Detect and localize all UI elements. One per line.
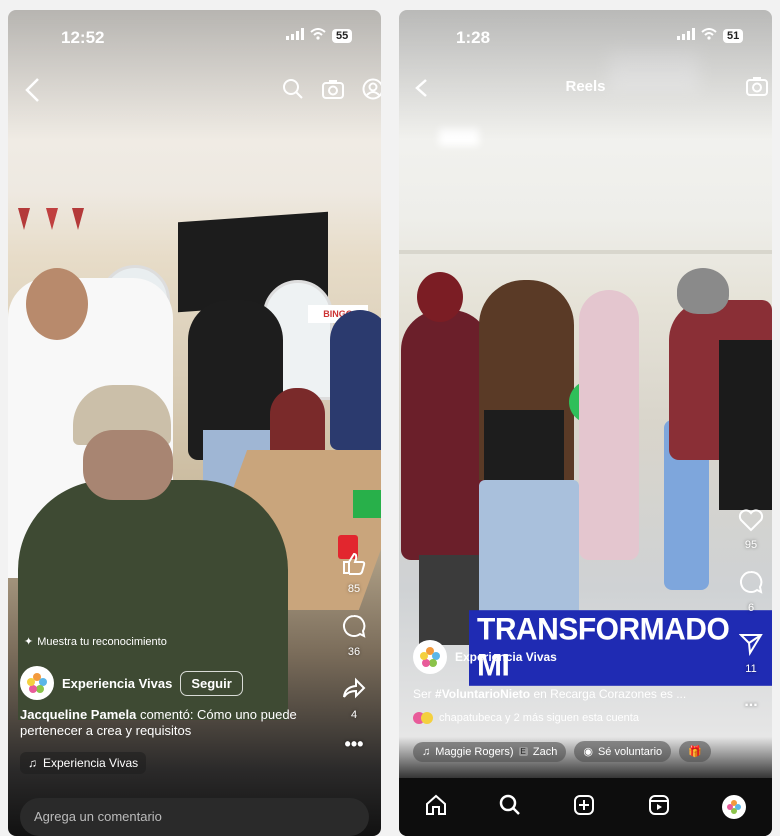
recognition-row[interactable]: ✦ Muestra tu reconocimiento [24,635,167,649]
signal-icon [677,28,695,43]
man-head [26,268,88,340]
caption-rest: en Recarga Corazones es ... [530,687,687,701]
action-sidebar: 95 6 11 ... [738,508,764,711]
music-note-icon: ♫ [422,745,431,758]
follower-avatars [413,712,433,724]
elderly-man-head [83,430,173,500]
follow-button[interactable]: Seguir [180,670,243,696]
account-name[interactable]: Experiencia Vivas [455,650,557,664]
bottom-navigation [399,778,772,836]
home-icon[interactable] [425,794,447,821]
battery-indicator: 51 [723,28,744,43]
woman-white-top [579,290,639,560]
comment-preview[interactable]: Jacqueline Pamela comentó: Cómo uno pued… [20,707,340,739]
ceiling-edge [399,250,772,254]
target-icon: ◉ [583,746,593,758]
caption-hashtag[interactable]: #VoluntarioNieto [435,687,530,701]
volunteer-chip[interactable]: ◉ Sé voluntario [574,741,672,762]
account-name[interactable]: Experiencia Vivas [62,676,172,691]
audio-chip[interactable]: ♫ Maggie Rogers) E Zach [413,741,567,762]
comment-icon[interactable] [341,613,367,642]
reel-caption[interactable]: Ser #VoluntarioNieto en Recarga Corazone… [413,686,713,702]
account-row: Experiencia Vivas [413,640,557,674]
profile-icon[interactable] [360,76,381,102]
status-time: 1:28 [456,28,491,47]
reels-title: Reels [565,78,606,95]
account-row: Experiencia Vivas Seguir [20,666,243,700]
camera-icon[interactable] [744,73,770,99]
create-icon[interactable] [573,794,595,821]
caption-prefix: Ser [413,687,436,701]
comment-count: 6 [747,602,755,614]
music-note-icon: ♫ [28,756,37,770]
gift-chip[interactable]: 🎁 [679,741,711,762]
man-black-vest [719,340,772,510]
account-avatar[interactable] [413,640,447,674]
woman-black-top [484,410,564,490]
volunteer-label: Sé voluntario [597,745,663,758]
followers-row[interactable]: chapatubeca y 2 más siguen esta cuenta [413,712,639,724]
recognition-label: Muestra tu reconocimiento [37,635,167,648]
status-time: 12:52 [61,28,105,47]
signal-icon [286,28,304,43]
profile-avatar[interactable] [721,795,746,819]
search-icon[interactable] [280,76,306,102]
search-icon[interactable] [499,794,521,821]
status-icons: 51 [677,28,744,43]
comment-icon[interactable] [738,569,764,598]
woman-blue-scrubs [330,310,381,450]
comment-input[interactable]: Agrega un comentario [20,798,369,836]
gift-icon: 🎁 [688,746,702,758]
woman-red-hat [417,272,463,322]
account-avatar[interactable] [20,666,54,700]
send-icon[interactable] [738,632,763,659]
back-icon[interactable] [18,76,46,104]
like-icon[interactable] [341,550,367,579]
camera-icon[interactable] [320,76,346,102]
action-sidebar: 85 36 4 ••• [341,550,367,753]
battery-indicator: 55 [332,28,353,43]
bunting [8,208,88,238]
woman-maroon-coat [401,310,491,560]
like-count: 85 [347,583,361,595]
share-count: 4 [350,709,358,721]
status-icons: 55 [286,28,353,43]
share-count: 11 [745,663,757,675]
followers-note: chapatubeca y 2 más siguen esta cuenta [439,712,639,724]
sparkle-icon: ✦ [24,636,34,648]
green-box [353,490,381,518]
explicit-icon: E [518,747,528,756]
audio-chip[interactable]: ♫ Experiencia Vivas [20,752,147,774]
share-icon[interactable] [341,676,367,705]
right-reels-screen: 1:28 51 Reels TRANSFORMADO MI 95 6 11 ..… [399,10,772,836]
more-options-icon[interactable]: ... [744,693,757,711]
comment-count: 36 [347,646,361,658]
more-options-icon[interactable]: ••• [345,735,364,753]
comment-author: Jacqueline Pamela [20,707,137,722]
wifi-icon [701,28,717,43]
chips-row: ♫ Maggie Rogers) E Zach ◉ Sé voluntario … [413,741,711,762]
audio-label-more: Zach [532,745,558,758]
heart-icon[interactable] [738,508,764,535]
audio-label: Maggie Rogers) [435,745,514,758]
audio-label: Experiencia Vivas [43,756,139,770]
left-post-screen: BINGO 12:52 55 85 36 4 ••• ✦ Muestra tu … [8,10,381,836]
wifi-icon [310,28,326,43]
reels-icon[interactable] [648,794,670,821]
like-count: 95 [744,539,758,551]
man-gray-beanie [677,268,729,314]
